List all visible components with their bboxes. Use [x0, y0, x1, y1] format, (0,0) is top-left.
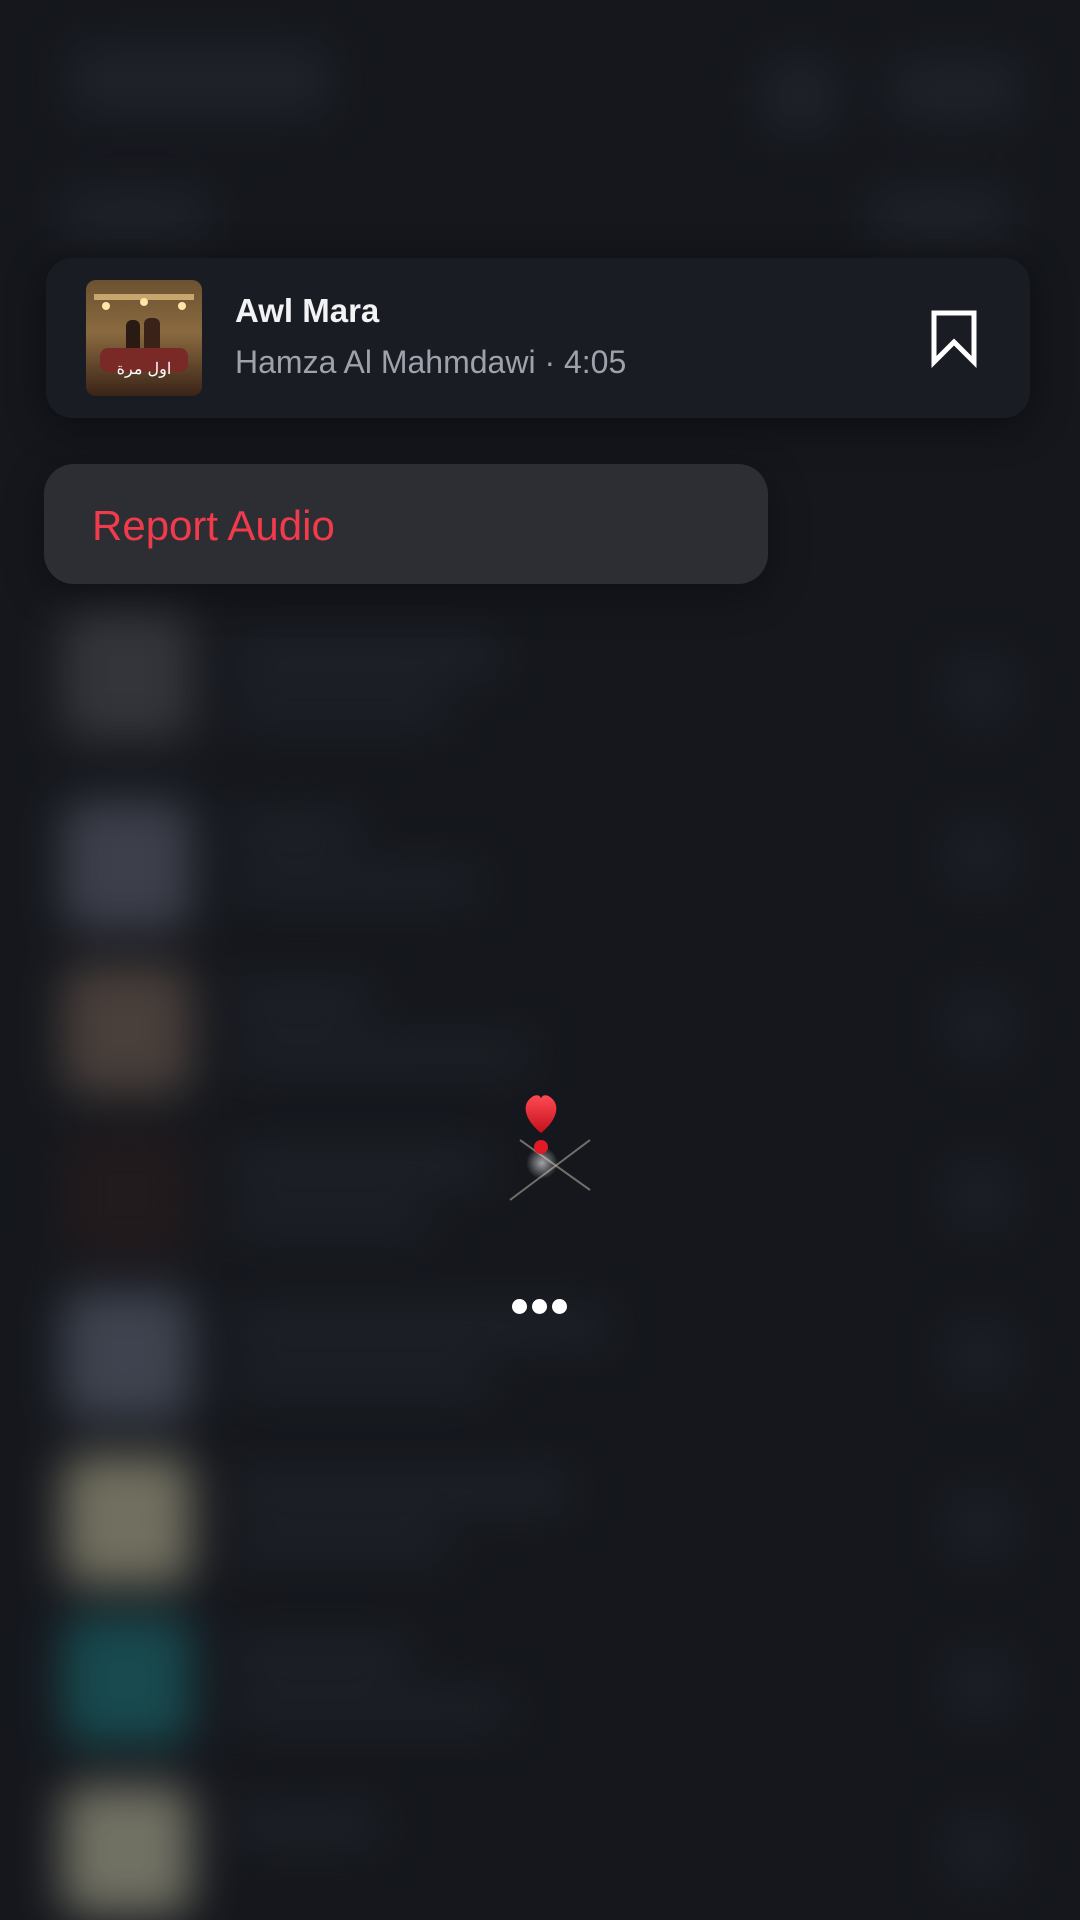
album-cover-image: ﺍﻭﻝ ﻣﺮﺓ — [86, 280, 202, 396]
audio-options-screen: ﺍﻭﻝ ﻣﺮﺓ Awl Mara Hamza Al Mahmdawi · 4:0… — [0, 0, 1080, 1920]
svg-text:ﺍﻭﻝ ﻣﺮﺓ: ﺍﻭﻝ ﻣﺮﺓ — [117, 359, 172, 378]
track-title: Awl Mara — [235, 292, 380, 329]
audio-context-menu: Report Audio — [44, 464, 768, 584]
more-dot — [552, 1299, 567, 1314]
artist-name: Hamza Al Mahmdawi — [235, 344, 536, 380]
save-audio-button[interactable] — [926, 308, 982, 369]
heart-exclamation-icon — [500, 1085, 600, 1215]
subtitle-separator: · — [535, 344, 564, 380]
report-audio-label: Report Audio — [92, 502, 335, 549]
report-audio-menu-item[interactable]: Report Audio — [44, 464, 768, 584]
more-dot — [532, 1299, 547, 1314]
track-duration: 4:05 — [563, 344, 627, 380]
track-subtitle: Hamza Al Mahmdawi · 4:05 — [235, 344, 626, 381]
heart-exclamation-graphic — [509, 1095, 591, 1201]
more-dots-icon[interactable] — [505, 1295, 567, 1319]
more-dot — [512, 1299, 527, 1314]
album-cover-art: ﺍﻭﻝ ﻣﺮﺓ — [86, 280, 202, 396]
bookmark-icon — [931, 310, 977, 369]
audio-card[interactable]: ﺍﻭﻝ ﻣﺮﺓ Awl Mara Hamza Al Mahmdawi · 4:0… — [46, 258, 1030, 418]
